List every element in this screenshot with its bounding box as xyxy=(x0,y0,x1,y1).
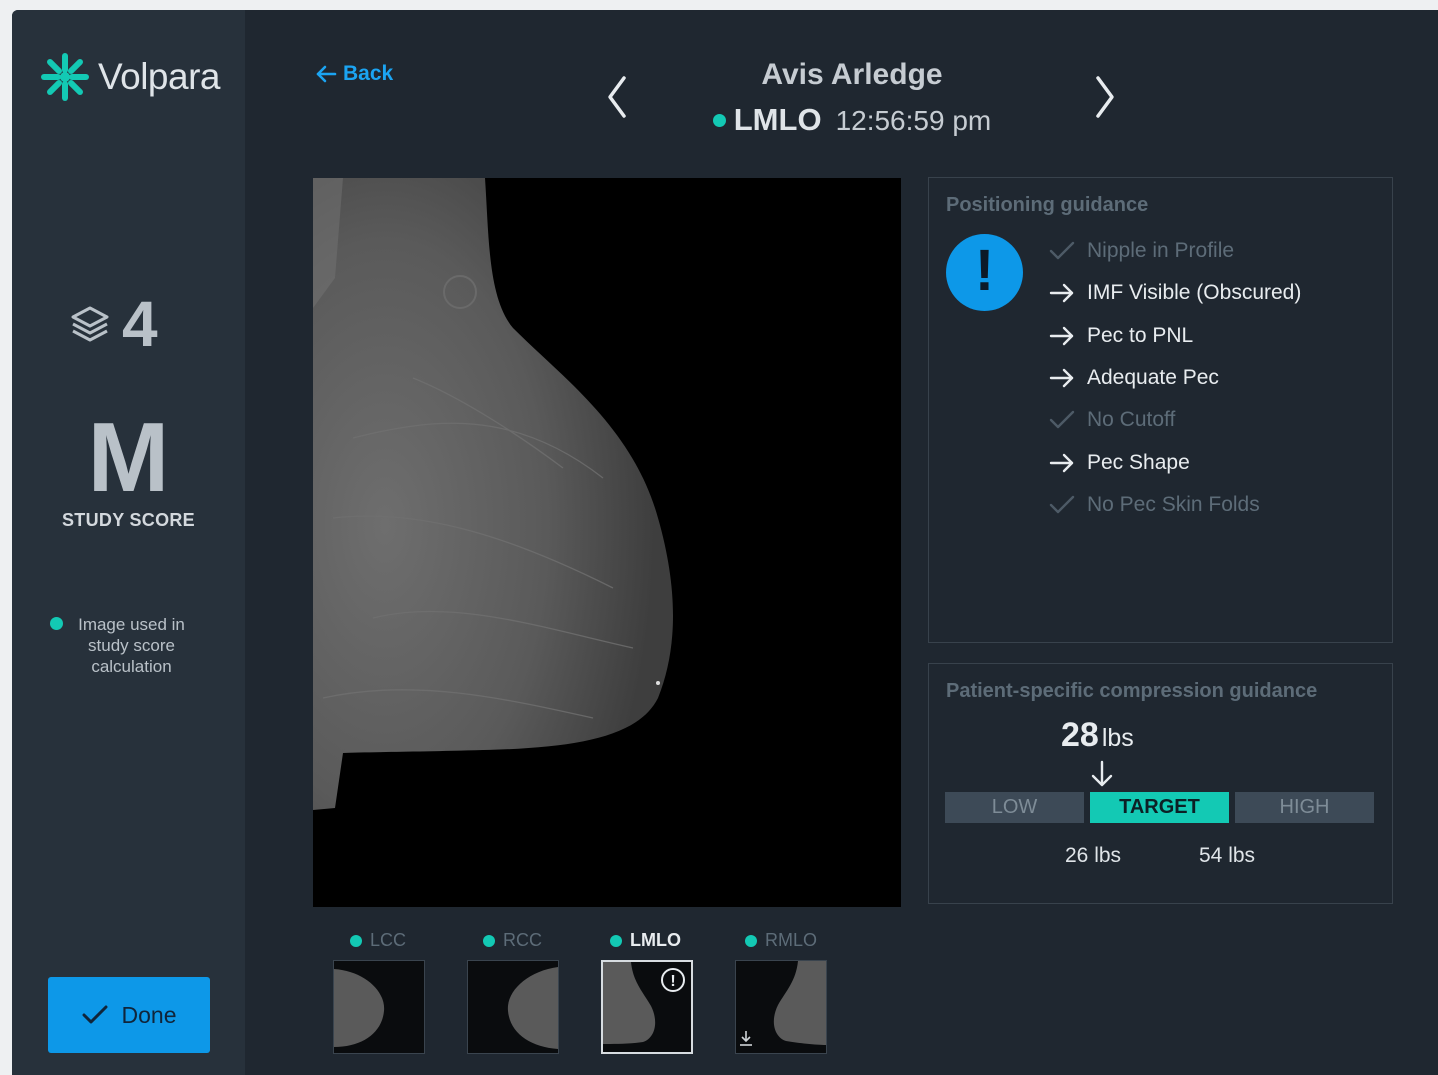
compression-low-range: LOW xyxy=(945,792,1084,823)
warning-alert-icon: ! xyxy=(946,234,1023,311)
guidance-label: Adequate Pec xyxy=(1087,366,1219,390)
compression-unit: lbs xyxy=(1101,724,1134,752)
arrow-right-icon xyxy=(1049,453,1074,472)
mammogram-image xyxy=(313,178,901,907)
compression-high-range: HIGH xyxy=(1235,792,1374,823)
guidance-label: Pec Shape xyxy=(1087,450,1190,474)
volpara-logo: Volpara xyxy=(38,50,221,104)
thumbnail-label: RCC xyxy=(503,930,542,950)
download-icon xyxy=(740,1031,752,1046)
brand-name: Volpara xyxy=(98,56,221,97)
thumbnail-status-dot xyxy=(483,934,495,947)
thumbnail-lmlo-image: ! xyxy=(603,962,685,1044)
guidance-label: No Pec Skin Folds xyxy=(1087,492,1260,516)
guidance-item-ok: No Pec Skin Folds xyxy=(1049,484,1301,526)
guidance-label: No Cutoff xyxy=(1087,408,1176,432)
arrow-right-icon xyxy=(1049,326,1074,345)
guidance-item-todo: IMF Visible (Obscured) xyxy=(1049,272,1301,314)
back-button[interactable]: Back xyxy=(315,62,393,86)
compression-upper-bound: 54 lbs xyxy=(1199,844,1256,867)
compression-lower-bound: 26 lbs xyxy=(1065,844,1122,867)
study-score-value: M xyxy=(87,402,170,512)
thumbnail-label: LCC xyxy=(370,930,407,950)
guidance-label: Nipple in Profile xyxy=(1087,239,1235,263)
arrow-right-icon xyxy=(1049,284,1074,303)
thumbnail-label-lmlo: LMLO xyxy=(610,930,681,951)
done-button[interactable]: Done xyxy=(48,977,210,1053)
layers-icon xyxy=(71,306,109,342)
view-info: LMLO 12:56:59 pm xyxy=(662,102,1042,138)
study-score-label: STUDY SCORE xyxy=(62,510,195,530)
thumbnail-status-dot xyxy=(610,934,622,947)
check-icon xyxy=(1049,241,1075,260)
compression-title: Patient-specific compression guidance xyxy=(946,680,1318,702)
arrow-left-icon xyxy=(316,65,337,83)
compression-value: 28 lbs xyxy=(1061,716,1134,755)
arrow-down-icon xyxy=(1091,760,1113,787)
legend-dot xyxy=(50,617,63,630)
guidance-item-todo: Pec Shape xyxy=(1049,441,1301,483)
guidance-item-todo: Adequate Pec xyxy=(1049,357,1301,399)
next-image-chevron-icon[interactable] xyxy=(1090,72,1120,122)
thumbnail-rmlo[interactable] xyxy=(735,960,827,1054)
thumbnail-label: RMLO xyxy=(765,930,818,950)
thumbnail-label-lcc: LCC xyxy=(350,930,406,951)
thumbnail-lcc-image xyxy=(334,969,385,1047)
volpara-snowflake-icon xyxy=(41,53,89,101)
thumbnail-status-dot xyxy=(350,934,362,947)
positioning-guidance-panel: Positioning guidance ! Nipple in Profile… xyxy=(928,177,1393,643)
check-icon xyxy=(1049,495,1075,514)
compression-guidance-panel: Patient-specific compression guidance 28… xyxy=(928,663,1393,904)
thumbnail-lcc[interactable] xyxy=(333,960,425,1054)
thumbnail-label-rmlo: RMLO xyxy=(745,930,817,951)
patient-name: Avis Arledge xyxy=(761,58,943,91)
thumbnail-label: LMLO xyxy=(630,930,681,950)
score-legend: Image used in study score calculation xyxy=(50,614,200,677)
guidance-item-todo: Pec to PNL xyxy=(1049,315,1301,357)
thumbnail-rmlo-image xyxy=(740,961,826,1046)
compression-target-range: TARGET xyxy=(1090,792,1229,823)
sidebar: Volpara 4 M STUDY SCORE Image used in st… xyxy=(12,10,245,1075)
legend-text: Image used in study score calculation xyxy=(78,615,185,676)
guidance-item-ok: No Cutoff xyxy=(1049,399,1301,441)
acquisition-time: 12:56:59 pm xyxy=(835,105,992,136)
svg-text:!: ! xyxy=(670,973,675,990)
app-window: Volpara 4 M STUDY SCORE Image used in st… xyxy=(12,10,1438,1075)
guidance-label: Pec to PNL xyxy=(1087,323,1194,347)
check-icon xyxy=(1049,411,1075,429)
image-count-value: 4 xyxy=(122,288,158,360)
thumbnail-lmlo-selected[interactable]: ! xyxy=(601,960,693,1054)
mammogram-lmlo-picture xyxy=(313,178,673,810)
view-name: LMLO xyxy=(733,102,822,137)
compression-number: 28 xyxy=(1061,716,1099,754)
done-label: Done xyxy=(121,1001,177,1028)
check-icon xyxy=(82,1005,107,1024)
back-label: Back xyxy=(343,62,394,85)
arrow-right-icon xyxy=(1049,368,1074,388)
guidance-item-ok: Nipple in Profile xyxy=(1049,230,1301,272)
thumbnail-label-rcc: RCC xyxy=(483,930,542,951)
thumbnail-rcc[interactable] xyxy=(467,960,559,1054)
positioning-checklist: Nipple in Profile IMF Visible (Obscured)… xyxy=(1049,230,1301,526)
thumbnail-status-dot xyxy=(745,934,757,947)
thumbnail-rcc-image xyxy=(507,967,558,1049)
view-status-dot xyxy=(712,113,726,127)
image-count: 4 xyxy=(70,292,158,356)
previous-image-chevron-icon[interactable] xyxy=(602,72,632,122)
guidance-label: IMF Visible (Obscured) xyxy=(1087,281,1302,305)
positioning-title: Positioning guidance xyxy=(946,194,1149,216)
